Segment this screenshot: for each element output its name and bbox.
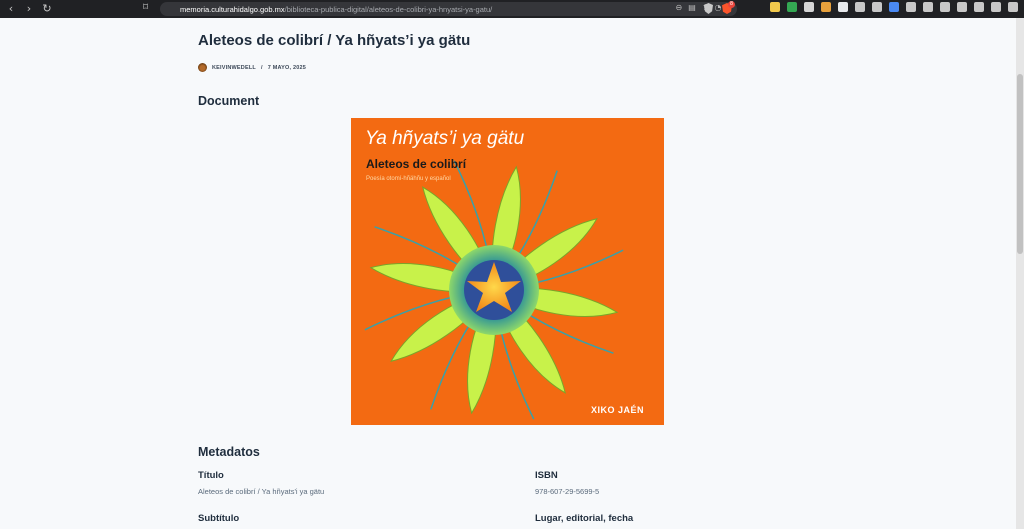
- document-heading: Document: [198, 94, 260, 108]
- rss-icon[interactable]: ◔: [714, 3, 721, 13]
- cover-subtitle: Poesía otomí-hñähñu y español: [366, 176, 451, 182]
- field-value: 978-607-29-5699-5: [535, 487, 600, 496]
- field-titulo: Título Aleteos de colibrí / Ya hñyats'i …: [198, 470, 498, 496]
- wallet-icon[interactable]: [957, 2, 967, 12]
- extension-icon[interactable]: [838, 2, 848, 12]
- page: Aleteos de colibrí / Ya hñyats’i ya gätu…: [0, 18, 1016, 529]
- field-value: Aleteos de colibrí / Ya hñyats'i ya gätu: [198, 487, 325, 496]
- leo-icon[interactable]: [974, 2, 984, 12]
- zoom-icon[interactable]: ⊖: [676, 3, 683, 13]
- field-label: ISBN: [535, 470, 558, 481]
- extension-icon[interactable]: [770, 2, 780, 12]
- brave-badge: 8: [728, 1, 735, 8]
- extension-icon[interactable]: [889, 2, 899, 12]
- reload-icon[interactable]: ↻: [40, 2, 54, 16]
- page-title: Aleteos de colibrí / Ya hñyats’i ya gätu: [198, 32, 471, 49]
- reader-icon[interactable]: ▤: [688, 3, 696, 13]
- browser-toolbar: ‹ › ↻ ⌑ memoria.culturahidalgo.gob.mx/bi…: [0, 0, 1024, 18]
- extension-icon[interactable]: [906, 2, 916, 12]
- forward-icon[interactable]: ›: [22, 2, 36, 16]
- field-lugar: Lugar, editorial, fecha: [535, 513, 835, 524]
- meta-separator: /: [260, 64, 263, 71]
- scrollbar-thumb[interactable]: [1017, 74, 1023, 254]
- avatar: [198, 63, 207, 72]
- extension-icon[interactable]: [855, 2, 865, 12]
- flower: [364, 160, 624, 420]
- downloads-icon[interactable]: [923, 2, 933, 12]
- cover-author: XIKO JAÉN: [590, 405, 644, 415]
- metadata-heading: Metadatos: [198, 445, 260, 459]
- extension-icon[interactable]: [821, 2, 831, 12]
- url-host: memoria.culturahidalgo.gob.mx: [180, 4, 285, 14]
- field-isbn: ISBN 978-607-29-5699-5: [535, 470, 835, 496]
- extension-icon[interactable]: [804, 2, 814, 12]
- extension-icon[interactable]: [787, 2, 797, 12]
- vpn-icon[interactable]: [991, 2, 1001, 12]
- scrollbar[interactable]: [1016, 18, 1024, 529]
- cover-title-otomi: Ya hñyats’i ya gätu: [365, 128, 525, 149]
- bookmark-icon[interactable]: ⌑: [143, 2, 148, 13]
- url-path: /biblioteca-publica-digital/aleteos-de-c…: [284, 4, 493, 14]
- book-cover-image[interactable]: Ya hñyats’i ya gätu Aleteos de colibrí P…: [351, 118, 664, 425]
- field-label: Subtítulo: [198, 513, 240, 524]
- menu-icon[interactable]: [1008, 2, 1018, 12]
- cover-title-es: Aleteos de colibrí: [366, 157, 467, 171]
- field-label: Lugar, editorial, fecha: [535, 513, 634, 524]
- extension-icon[interactable]: [872, 2, 882, 12]
- author-link[interactable]: KEIVINWEDELL: [212, 65, 256, 71]
- address-bar[interactable]: memoria.culturahidalgo.gob.mx/biblioteca…: [160, 2, 737, 16]
- extensions-bar: [770, 2, 1018, 12]
- url-text[interactable]: memoria.culturahidalgo.gob.mx/biblioteca…: [180, 5, 492, 14]
- post-meta: KEIVINWEDELL / 7 MAYO, 2025: [198, 63, 306, 72]
- back-icon[interactable]: ‹: [4, 2, 18, 16]
- field-subtitulo: Subtítulo: [198, 513, 498, 524]
- field-label: Título: [198, 470, 224, 481]
- post-date: 7 MAYO, 2025: [267, 64, 306, 71]
- sidebar-icon[interactable]: [940, 2, 950, 12]
